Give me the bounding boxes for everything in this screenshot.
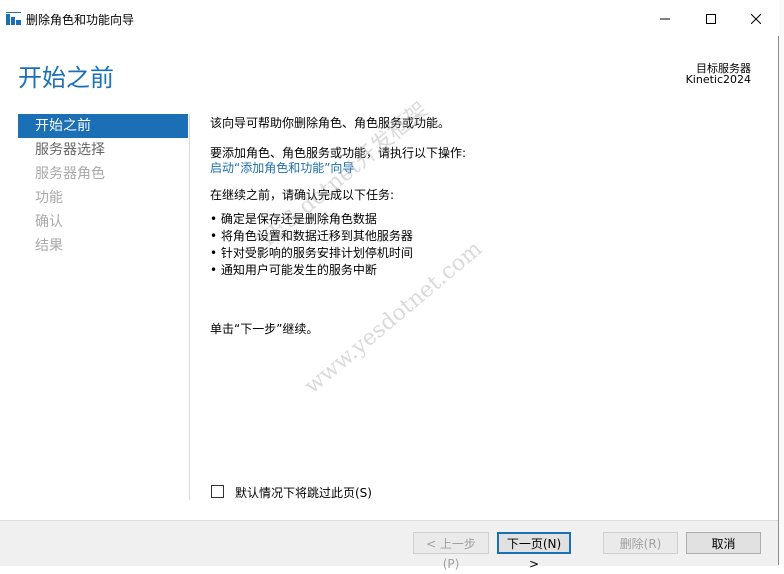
list-item: • 通知用户可能发生的服务中断 [210,263,377,277]
task-list: • 确定是保存还是删除角色数据 • 将角色设置和数据迁移到其他服务器 • 针对受… [210,211,413,279]
minimize-button[interactable] [642,0,688,36]
wizard-footer: < 上一步(P) 下一页(N) > 删除(R) 取消 [0,520,778,571]
wizard-header: 开始之前 目标服务器 Kinetic2024 [0,36,779,108]
list-item: • 将角色设置和数据迁移到其他服务器 [210,229,413,243]
window-edge [779,0,784,565]
list-item: • 针对受影响的服务安排计划停机时间 [210,246,413,260]
cancel-button[interactable]: 取消 [686,532,761,554]
nav-item-features: 功能 [35,190,63,206]
wizard-nav: 开始之前 服务器选择 服务器角色 功能 确认 结果 [18,114,188,258]
title-bar[interactable]: 删除角色和功能向导 [0,0,779,36]
maximize-icon [706,9,716,28]
window-title: 删除角色和功能向导 [26,13,135,27]
nav-item-before-you-begin[interactable]: 开始之前 [18,114,188,138]
skip-page-label[interactable]: 默认情况下将跳过此页(S) [235,484,372,501]
launch-add-wizard-link[interactable]: 启动“添加角色和功能”向导 [210,159,354,176]
target-server-name: Kinetic2024 [685,73,751,86]
next-hint-text: 单击“下一步”继续。 [210,322,319,336]
before-continue-text: 在继续之前，请确认完成以下任务: [210,188,395,202]
remove-button[interactable]: 删除(R) [603,532,678,554]
previous-button[interactable]: < 上一步(P) [413,532,489,571]
close-button[interactable] [733,0,779,36]
page-title: 开始之前 [18,64,114,92]
skip-page-checkbox[interactable] [211,485,224,498]
nav-item-results: 结果 [35,238,63,254]
list-item: • 确定是保存还是删除角色数据 [210,212,377,226]
close-icon [750,9,762,28]
nav-item-confirmation: 确认 [35,214,63,230]
wizard-window: 删除角色和功能向导 开始之前 目标服务器 Kinetic2024 开始之前 服务… [0,0,779,571]
intro-text: 该向导可帮助你删除角色、角色服务或功能。 [210,116,451,130]
nav-divider [189,114,190,500]
server-manager-icon [6,11,22,25]
minimize-icon [660,9,670,28]
next-button[interactable]: 下一页(N) > [497,532,571,571]
nav-item-server-selection[interactable]: 服务器选择 [18,138,188,162]
maximize-button[interactable] [688,0,734,36]
nav-item-server-roles: 服务器角色 [35,166,105,182]
